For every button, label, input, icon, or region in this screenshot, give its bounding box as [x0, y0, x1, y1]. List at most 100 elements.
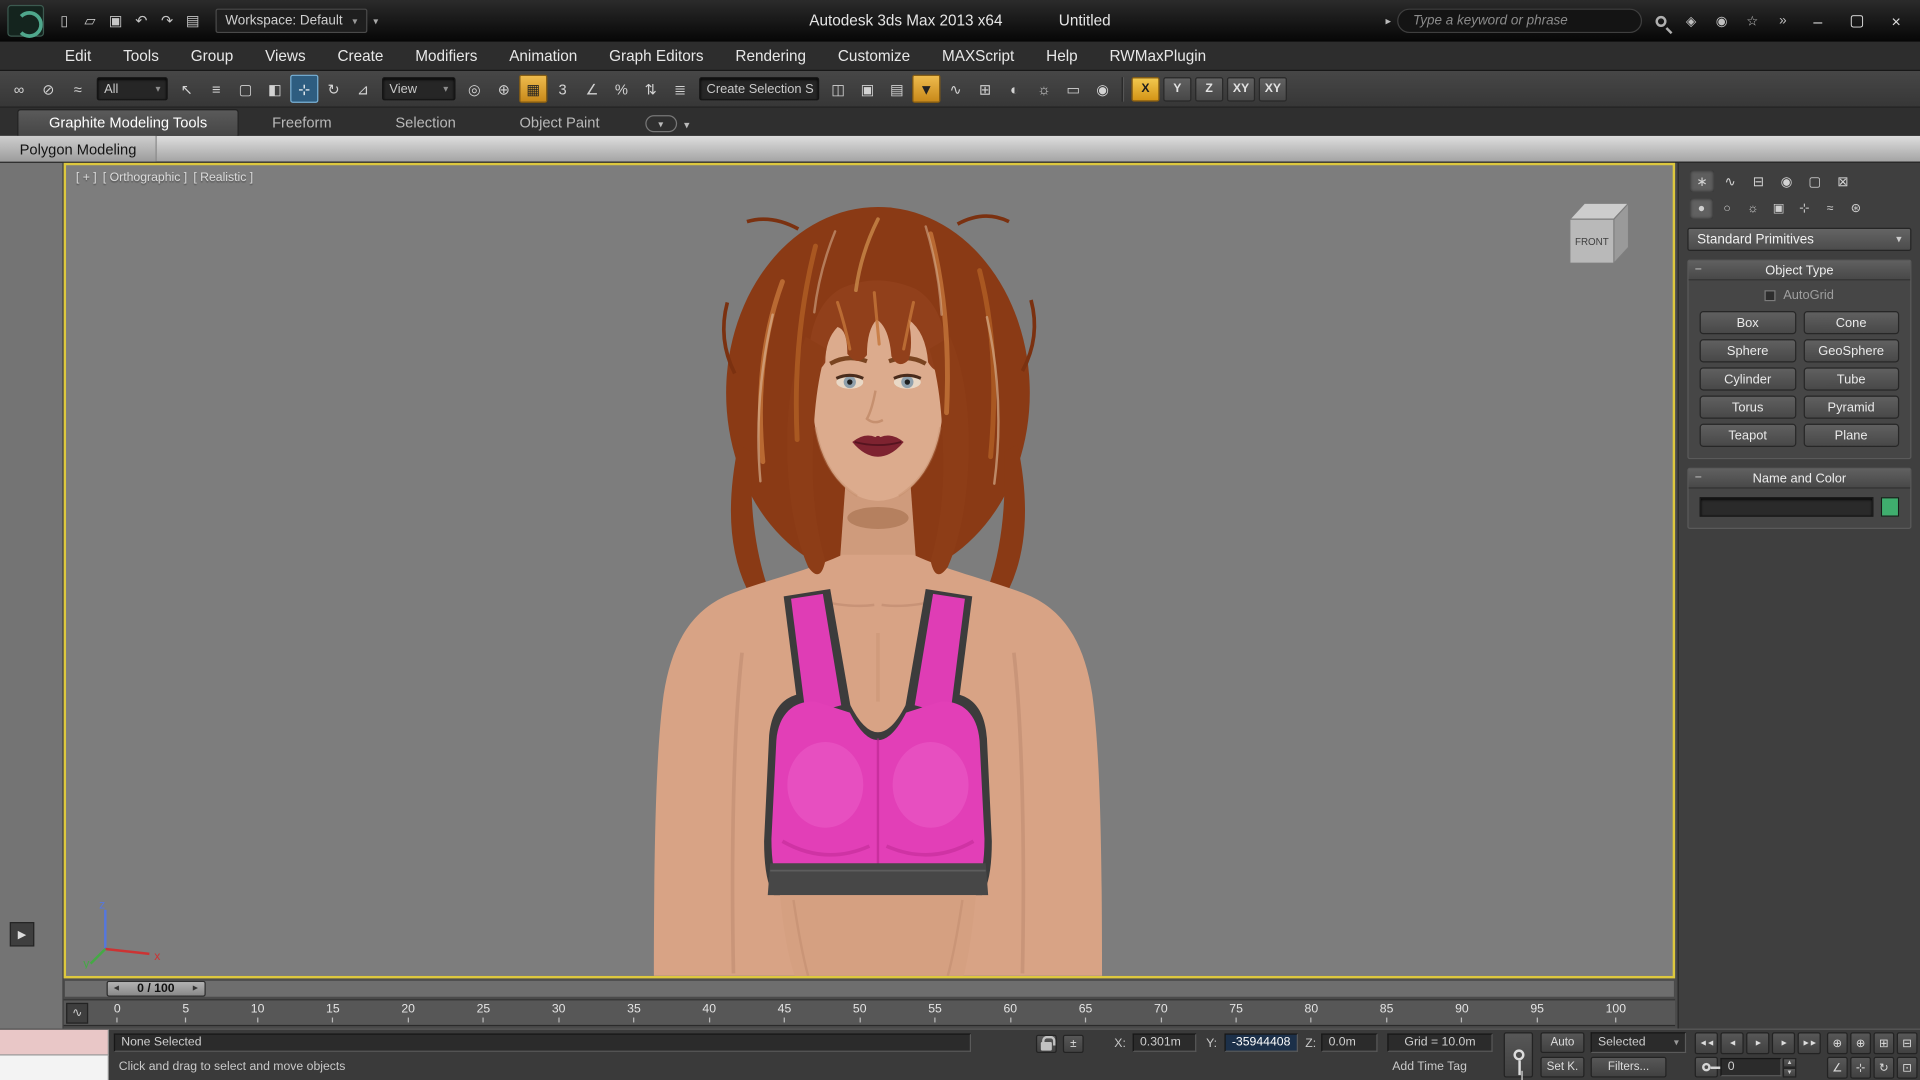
zoom-all-icon[interactable]: ⊕: [1850, 1032, 1871, 1054]
object-name-input[interactable]: [1700, 497, 1874, 517]
cone-button[interactable]: Cone: [1803, 311, 1899, 334]
render-setup-icon[interactable]: ☼: [1030, 75, 1058, 103]
project-folder-icon[interactable]: ▤: [180, 8, 206, 34]
exchange-apps-icon[interactable]: ◈: [1679, 9, 1703, 33]
name-and-color-rollout-header[interactable]: − Name and Color: [1689, 469, 1911, 489]
ribbon-minimize-icon[interactable]: ▾: [679, 119, 694, 132]
rectangular-selection-region-icon[interactable]: ▢: [231, 75, 259, 103]
workspace-dropdown-icon[interactable]: ▾: [367, 9, 384, 33]
viewport-orthographic[interactable]: [ + ] [ Orthographic ] [ Realistic ] FRO…: [64, 163, 1675, 979]
graphite-ribbon-toggle-icon[interactable]: ▼: [912, 75, 940, 103]
orbit-viewport-icon[interactable]: ↻: [1873, 1057, 1894, 1079]
menu-graph-editors[interactable]: Graph Editors: [593, 42, 719, 70]
select-and-rotate-icon[interactable]: ↻: [320, 75, 348, 103]
select-and-link-icon[interactable]: ∞: [5, 75, 33, 103]
lights-category-icon[interactable]: ☼: [1741, 198, 1764, 219]
infocenter-expand-icon[interactable]: ▸: [1385, 14, 1391, 27]
create-tab-icon[interactable]: ∗: [1690, 170, 1714, 192]
ribbon-display-options-icon[interactable]: ▾: [645, 115, 677, 132]
maximize-viewport-toggle-icon[interactable]: ⊡: [1897, 1057, 1918, 1079]
search-input[interactable]: [1397, 9, 1642, 33]
communication-center-icon[interactable]: ◉: [1709, 9, 1733, 33]
menu-maxscript[interactable]: MAXScript: [926, 42, 1030, 70]
rollout-collapse-icon[interactable]: −: [1695, 471, 1702, 484]
maxscript-mini-listener-macro[interactable]: [0, 1030, 109, 1056]
redo-icon[interactable]: ↷: [154, 8, 180, 34]
new-scene-icon[interactable]: ▯: [51, 8, 77, 34]
geosphere-button[interactable]: GeoSphere: [1803, 339, 1899, 362]
absolute-offset-mode-toggle-icon[interactable]: ±: [1063, 1035, 1084, 1053]
rollout-collapse-icon[interactable]: −: [1695, 263, 1702, 276]
menu-rwmaxplugin[interactable]: RWMaxPlugin: [1094, 42, 1223, 70]
menu-views[interactable]: Views: [249, 42, 321, 70]
hierarchy-tab-icon[interactable]: ⊟: [1746, 170, 1770, 192]
cameras-category-icon[interactable]: ▣: [1767, 198, 1790, 219]
sphere-button[interactable]: Sphere: [1700, 339, 1796, 362]
auto-key-button[interactable]: Auto: [1540, 1032, 1584, 1053]
menu-help[interactable]: Help: [1030, 42, 1093, 70]
render-production-icon[interactable]: ◉: [1089, 75, 1117, 103]
ribbon-tab-freeform[interactable]: Freeform: [241, 110, 362, 136]
ribbon-tab-graphite-modeling-tools[interactable]: Graphite Modeling Tools: [17, 109, 239, 136]
schematic-view-icon[interactable]: ⊞: [971, 75, 999, 103]
play-animation-button[interactable]: ►: [1746, 1032, 1769, 1054]
pyramid-button[interactable]: Pyramid: [1803, 396, 1899, 419]
box-button[interactable]: Box: [1700, 311, 1796, 334]
minimize-button[interactable]: –: [1801, 7, 1834, 34]
tube-button[interactable]: Tube: [1803, 367, 1899, 390]
viewport-shading-menu[interactable]: [ Realistic ]: [193, 171, 253, 184]
display-tab-icon[interactable]: ▢: [1802, 170, 1826, 192]
menu-tools[interactable]: Tools: [107, 42, 175, 70]
key-mode-toggle-icon[interactable]: [1695, 1057, 1718, 1078]
workspace-selector[interactable]: Workspace: Default: [216, 9, 368, 33]
viewport-pov-menu[interactable]: [ Orthographic ]: [103, 171, 187, 184]
select-and-manipulate-icon[interactable]: ⊕: [490, 75, 518, 103]
maximize-button[interactable]: ▢: [1840, 7, 1873, 34]
select-and-move-icon[interactable]: ⊹: [290, 75, 318, 103]
primitive-category-dropdown[interactable]: Standard Primitives: [1687, 228, 1911, 251]
track-bar[interactable]: ∿ 0 5 10 15 20 25 30 35 40 45 50 55 60 6…: [64, 999, 1675, 1026]
search-icon[interactable]: [1648, 9, 1672, 33]
selection-lock-toggle-icon[interactable]: [1036, 1035, 1057, 1053]
zoom-extents-icon[interactable]: ⊞: [1873, 1032, 1894, 1054]
snap-toggle-3d-icon[interactable]: 3: [549, 75, 577, 103]
angle-snap-toggle-icon[interactable]: ∠: [578, 75, 606, 103]
shapes-category-icon[interactable]: ○: [1716, 198, 1739, 219]
menu-edit[interactable]: Edit: [49, 42, 107, 70]
unlink-selection-icon[interactable]: ⊘: [34, 75, 62, 103]
x-coordinate-field[interactable]: 0.301m: [1133, 1033, 1197, 1051]
cylinder-button[interactable]: Cylinder: [1700, 367, 1796, 390]
align-icon[interactable]: ▣: [853, 75, 881, 103]
3ds-max-application-menu-button[interactable]: [7, 5, 44, 37]
use-pivot-point-center-icon[interactable]: ◎: [460, 75, 488, 103]
restrict-to-xy-plane-button[interactable]: XY: [1227, 77, 1255, 101]
previous-frame-button[interactable]: ◄: [1720, 1032, 1743, 1054]
window-crossing-toggle-icon[interactable]: ◧: [261, 75, 289, 103]
spinner-snap-toggle-icon[interactable]: ⇅: [637, 75, 665, 103]
bind-to-space-warp-icon[interactable]: ≈: [64, 75, 92, 103]
space-warps-category-icon[interactable]: ≈: [1818, 198, 1841, 219]
set-key-mode-button[interactable]: Set K.: [1540, 1057, 1584, 1078]
edit-named-selection-sets-icon[interactable]: ≣: [666, 75, 694, 103]
object-color-swatch[interactable]: [1881, 497, 1899, 517]
keyboard-shortcut-override-icon[interactable]: ▦: [519, 75, 547, 103]
plane-button[interactable]: Plane: [1803, 424, 1899, 447]
layer-manager-icon[interactable]: ▤: [883, 75, 911, 103]
next-frame-button[interactable]: ►: [1772, 1032, 1795, 1054]
systems-category-icon[interactable]: ⊛: [1844, 198, 1867, 219]
ribbon-tab-selection[interactable]: Selection: [365, 110, 487, 136]
select-and-uniform-scale-icon[interactable]: ⊿: [349, 75, 377, 103]
infocenter-overflow-icon[interactable]: »: [1771, 9, 1795, 33]
helpers-category-icon[interactable]: ⊹: [1793, 198, 1816, 219]
torus-button[interactable]: Torus: [1700, 396, 1796, 419]
menu-group[interactable]: Group: [175, 42, 249, 70]
key-filter-dropdown[interactable]: Selected: [1591, 1032, 1687, 1053]
motion-tab-icon[interactable]: ◉: [1774, 170, 1798, 192]
material-editor-icon[interactable]: ◐: [1000, 75, 1028, 103]
open-file-icon[interactable]: ▱: [77, 8, 103, 34]
field-of-view-icon[interactable]: ∠: [1827, 1057, 1848, 1079]
restrict-to-z-button[interactable]: Z: [1195, 77, 1223, 101]
curve-editor-icon[interactable]: ∿: [942, 75, 970, 103]
maxscript-mini-listener[interactable]: [0, 1056, 109, 1080]
rendered-frame-window-icon[interactable]: ▭: [1059, 75, 1087, 103]
